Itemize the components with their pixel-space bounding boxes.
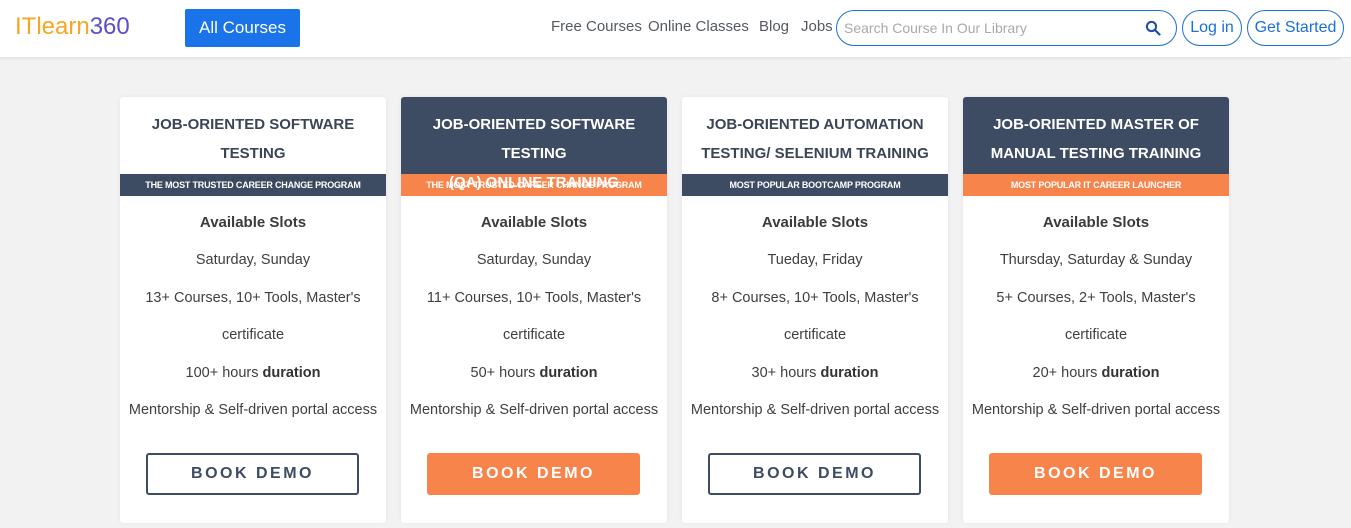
certificate-text: certificate	[221, 327, 285, 343]
slot-days: Saturday, Sunday	[476, 252, 592, 268]
available-slots-heading: Available Slots	[199, 214, 307, 231]
slot-days: Saturday, Sunday	[195, 252, 311, 268]
course-card: JOB-ORIENTED SOFTWARE TESTING (QA) / BA …	[120, 97, 386, 523]
page-scrollbar[interactable]	[1341, 58, 1351, 528]
courses-tools-text: 13+ Courses, 10+ Tools, Master's	[145, 289, 361, 306]
courses-tools-text: 11+ Courses, 10+ Tools, Master's	[426, 289, 642, 306]
course-card: JOB-ORIENTED MASTER OF MANUAL TESTING TR…	[963, 97, 1229, 523]
search-input[interactable]	[844, 18, 1134, 38]
duration-label: duration	[262, 364, 321, 381]
hours-value: 30+ hours	[751, 364, 817, 381]
slot-days: Tueday, Friday	[767, 252, 863, 268]
logo-text-part2: 360	[89, 13, 130, 40]
nav-jobs[interactable]: Jobs	[801, 17, 833, 37]
duration-label: duration	[820, 364, 879, 381]
course-card: JOB-ORIENTED AUTOMATION TESTING/ SELENIU…	[682, 97, 948, 523]
site-header: ITlearn360 All Courses Free Courses Onli…	[0, 0, 1351, 58]
card-body: Available Slots Saturday, Sunday 13+ Cou…	[120, 210, 386, 430]
card-body: Available Slots Tueday, Friday 8+ Course…	[682, 210, 948, 430]
card-program-tag: MOST POPULAR IT CAREER LAUNCHER	[963, 174, 1229, 196]
card-body: Available Slots Thursday, Saturday & Sun…	[963, 210, 1229, 430]
available-slots-heading: Available Slots	[761, 214, 869, 231]
card-title: JOB-ORIENTED MASTER OF MANUAL TESTING TR…	[963, 97, 1229, 174]
portal-access-text: Mentorship & Self-driven portal access	[690, 402, 940, 418]
duration-label: duration	[539, 364, 598, 381]
login-button[interactable]: Log in	[1182, 10, 1242, 46]
certificate-text: certificate	[1064, 327, 1128, 343]
card-program-tag: THE MOST TRUSTED CAREER CHANGE PROGRAM	[120, 174, 386, 196]
book-demo-button[interactable]: BOOK DEMO	[989, 453, 1202, 495]
get-started-button[interactable]: Get Started	[1247, 10, 1344, 46]
portal-access-text: Mentorship & Self-driven portal access	[128, 402, 378, 418]
hours-value: 100+ hours	[185, 364, 259, 381]
slot-days: Thursday, Saturday & Sunday	[999, 252, 1193, 268]
course-card: JOB-ORIENTED SOFTWARE TESTING (QA) ONLIN…	[401, 97, 667, 523]
duration-text: 30+ hours duration	[682, 355, 948, 393]
hours-value: 20+ hours	[1032, 364, 1098, 381]
duration-label: duration	[1101, 364, 1160, 381]
duration-text: 20+ hours duration	[963, 355, 1229, 393]
duration-text: 50+ hours duration	[401, 355, 667, 393]
card-body: Available Slots Saturday, Sunday 11+ Cou…	[401, 210, 667, 430]
duration-text: 100+ hours duration	[120, 355, 386, 393]
search-bar	[836, 10, 1177, 46]
card-title-line: JOB-ORIENTED MASTER OF	[993, 116, 1199, 133]
certificate-text: certificate	[783, 327, 847, 343]
card-title: JOB-ORIENTED SOFTWARE TESTING (QA) / BA …	[120, 97, 386, 191]
card-title-line: JOB-ORIENTED SOFTWARE TESTING	[432, 116, 636, 162]
courses-tools-text: 8+ Courses, 10+ Tools, Master's	[711, 289, 919, 306]
available-slots-heading: Available Slots	[1042, 214, 1150, 231]
card-title-line: MANUAL TESTING TRAINING	[990, 145, 1202, 162]
all-courses-button[interactable]: All Courses	[185, 9, 300, 47]
card-program-tag: THE MOST TRUSTED CAREER CHANGE PROGRAM	[401, 174, 667, 196]
card-title-line: JOB-ORIENTED SOFTWARE TESTING	[151, 116, 355, 162]
hours-value: 50+ hours	[470, 364, 536, 381]
logo-text-part1: ITlearn	[15, 13, 90, 40]
courses-tools-text: 5+ Courses, 2+ Tools, Master's	[996, 289, 1196, 306]
card-program-tag: MOST POPULAR BOOTCAMP PROGRAM	[682, 174, 948, 196]
card-title-line: TESTING/ SELENIUM TRAINING	[701, 145, 929, 162]
certificate-text: certificate	[502, 327, 566, 343]
portal-access-text: Mentorship & Self-driven portal access	[971, 402, 1221, 418]
nav-free-courses[interactable]: Free Courses	[551, 17, 642, 37]
card-title-line: JOB-ORIENTED AUTOMATION	[706, 116, 924, 133]
search-icon[interactable]	[1145, 20, 1161, 36]
available-slots-heading: Available Slots	[480, 214, 588, 231]
card-title: JOB-ORIENTED AUTOMATION TESTING/ SELENIU…	[682, 97, 948, 174]
book-demo-button[interactable]: BOOK DEMO	[146, 453, 359, 495]
nav-blog[interactable]: Blog	[759, 17, 789, 37]
site-logo[interactable]: ITlearn360	[15, 12, 130, 42]
portal-access-text: Mentorship & Self-driven portal access	[409, 402, 659, 418]
nav-online-classes[interactable]: Online Classes	[648, 17, 749, 37]
book-demo-button[interactable]: BOOK DEMO	[427, 453, 640, 495]
card-title: JOB-ORIENTED SOFTWARE TESTING (QA) ONLIN…	[401, 97, 667, 191]
book-demo-button[interactable]: BOOK DEMO	[708, 453, 921, 495]
